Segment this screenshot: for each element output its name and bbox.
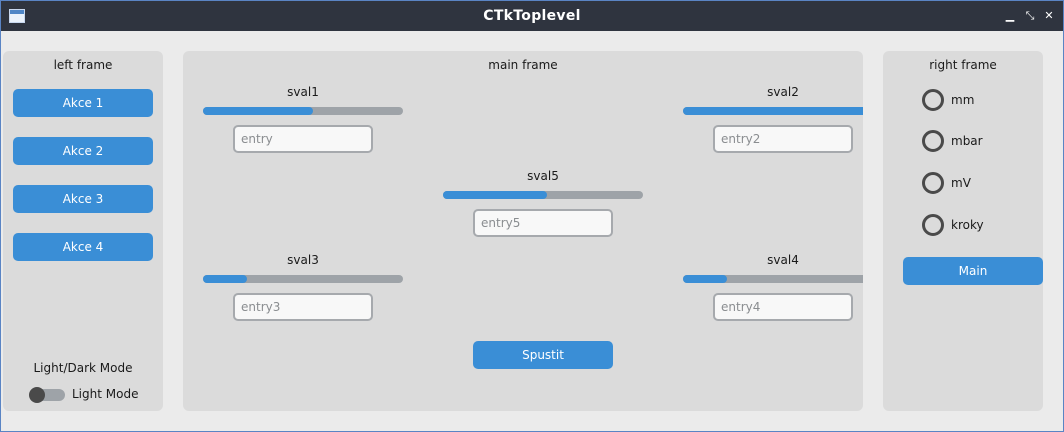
window-title: CTkToplevel — [483, 8, 581, 24]
sval3-slider-fill — [203, 275, 247, 283]
radio-mm[interactable] — [922, 89, 944, 111]
radio-mv-label: mV — [951, 176, 971, 190]
akce-4-button[interactable]: Akce 4 — [13, 233, 153, 261]
sval2-label: sval2 — [767, 85, 799, 99]
sval2-slider[interactable] — [683, 107, 863, 115]
sval4-slider[interactable] — [683, 275, 863, 283]
entry5-field[interactable]: entry5 — [473, 209, 613, 237]
sval2-slider-fill — [683, 107, 863, 115]
restore-icon[interactable]: ⤡ — [1023, 9, 1037, 23]
right-frame: right frame mm mbar mV kroky Main — [883, 51, 1043, 411]
sval4-label: sval4 — [767, 253, 799, 267]
mode-label: Light/Dark Mode — [33, 361, 133, 375]
spustit-button[interactable]: Spustit — [473, 341, 613, 369]
left-frame-title: left frame — [53, 58, 113, 72]
radio-mbar-label: mbar — [951, 134, 983, 148]
right-frame-title: right frame — [929, 58, 997, 72]
appearance-mode-switch[interactable]: Light Mode — [29, 384, 149, 404]
left-frame: left frame Akce 1 Akce 2 Akce 3 Akce 4 L… — [3, 51, 163, 411]
sval1-slider-fill — [203, 107, 313, 115]
entry2-field[interactable]: entry2 — [713, 125, 853, 153]
main-frame-title: main frame — [488, 58, 558, 72]
akce-3-button[interactable]: Akce 3 — [13, 185, 153, 213]
radio-kroky[interactable] — [922, 214, 944, 236]
sval5-slider-fill — [443, 191, 547, 199]
main-button[interactable]: Main — [903, 257, 1043, 285]
akce-1-button[interactable]: Akce 1 — [13, 89, 153, 117]
minimize-icon[interactable]: ▁ — [1003, 9, 1017, 23]
close-icon[interactable]: ✕ — [1042, 9, 1056, 23]
radio-kroky-label: kroky — [951, 218, 984, 232]
switch-knob[interactable] — [29, 387, 45, 403]
sval3-label: sval3 — [287, 253, 319, 267]
sval1-slider[interactable] — [203, 107, 403, 115]
akce-2-button[interactable]: Akce 2 — [13, 137, 153, 165]
title-bar[interactable]: CTkToplevel ▁ ⤡ ✕ — [1, 1, 1063, 31]
sval3-slider[interactable] — [203, 275, 403, 283]
entry3-field[interactable]: entry3 — [233, 293, 373, 321]
entry-field[interactable]: entry — [233, 125, 373, 153]
sval4-slider-fill — [683, 275, 727, 283]
radio-mbar[interactable] — [922, 130, 944, 152]
entry4-field[interactable]: entry4 — [713, 293, 853, 321]
radio-mm-label: mm — [951, 93, 975, 107]
radio-mv[interactable] — [922, 172, 944, 194]
sval5-label: sval5 — [527, 169, 559, 183]
sval5-slider[interactable] — [443, 191, 643, 199]
sval1-label: sval1 — [287, 85, 319, 99]
switch-label: Light Mode — [72, 387, 139, 401]
app-window: CTkToplevel ▁ ⤡ ✕ left frame Akce 1 Akce… — [0, 0, 1064, 432]
main-frame: main frame sval1 entry sval2 entry2 sval… — [183, 51, 863, 411]
